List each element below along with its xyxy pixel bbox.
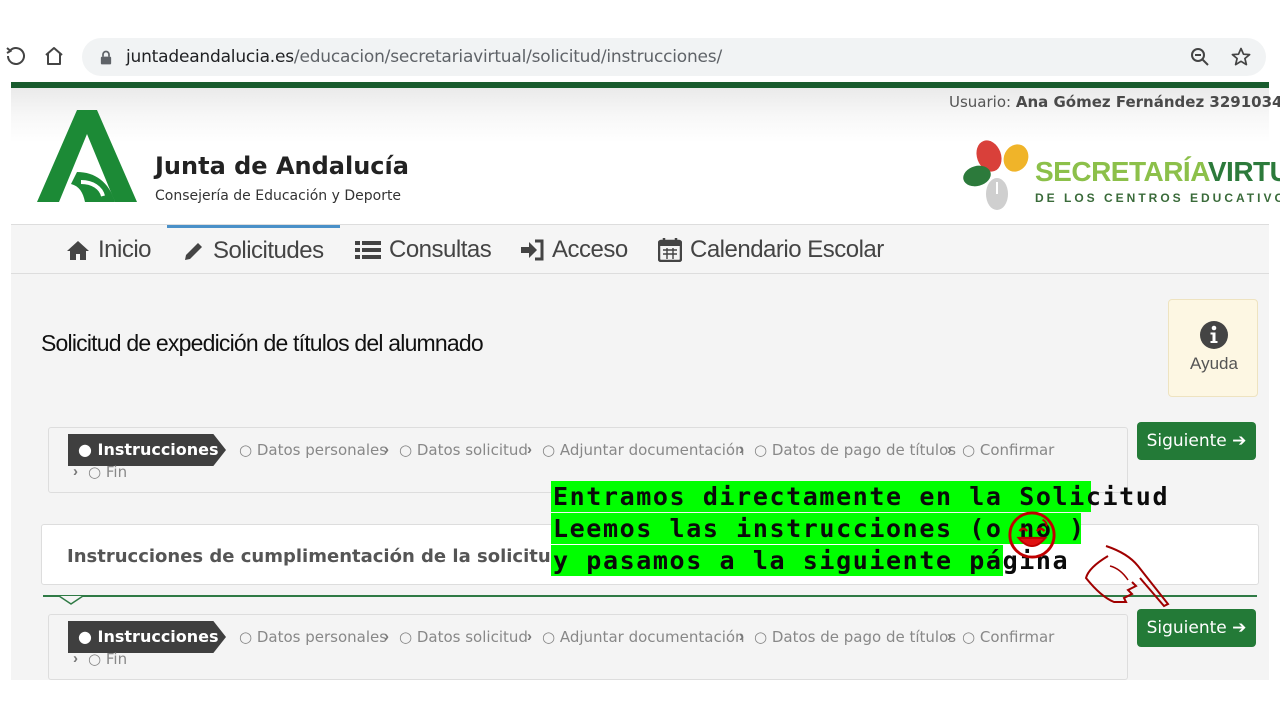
chevron-right-icon: › — [384, 628, 389, 645]
nav-item-calendario[interactable]: Calendario Escolar — [658, 225, 884, 274]
chevron-right-icon: › — [739, 628, 744, 645]
step-datos-solicitud[interactable]: ○ Datos solicitud — [399, 628, 528, 646]
step-adjuntar-documentacion[interactable]: ○ Adjuntar documentación — [542, 628, 745, 646]
url-host: juntadeandalucia.es — [126, 47, 294, 67]
chevron-right-icon: › — [739, 441, 744, 458]
home-icon — [67, 240, 89, 260]
junta-andalucia-logo-icon[interactable] — [37, 108, 137, 204]
user-info: Usuario: Ana Gómez Fernández 32910340F — [949, 93, 1280, 111]
chevron-right-icon: › — [384, 441, 389, 458]
zoom-icon[interactable] — [1190, 47, 1210, 67]
step-label: Datos personales — [256, 441, 388, 459]
pencil-icon — [185, 243, 202, 260]
annotation-line-2-end: ) — [1069, 514, 1086, 543]
site-header: Usuario: Ana Gómez Fernández 32910340F J… — [11, 88, 1280, 224]
step-label: Adjuntar documentación — [559, 441, 745, 459]
pointing-hand-icon — [1084, 545, 1170, 608]
step-label: Datos de pago de títulos — [771, 628, 957, 646]
next-label: Siguiente — [1146, 431, 1227, 451]
url-path: /educacion/secretariavirtual/solicitud/i… — [293, 47, 722, 67]
main-nav: Inicio Solicitudes Consultas Acceso Cale… — [11, 224, 1269, 274]
next-button-bottom[interactable]: Siguiente ➔ — [1137, 609, 1256, 647]
step-label: Datos personales — [256, 628, 388, 646]
sv-title: SECRETARÍAVIRTUAL — [1035, 156, 1280, 188]
user-label: Usuario: — [949, 93, 1012, 111]
sv-title-part2: VIRTUAL — [1207, 156, 1280, 187]
chevron-right-icon: › — [73, 463, 78, 480]
step-instrucciones-active[interactable]: ● Instrucciones — [68, 434, 226, 466]
nav-label-consultas: Consultas — [389, 235, 492, 263]
step-label: Confirmar — [979, 628, 1055, 646]
annotation-line-2: Leemos las instrucciones (o no) — [551, 513, 1084, 544]
nav-label-solicitudes: Solicitudes — [213, 237, 324, 264]
annotation-line-1: Entramos directamente en la Solicitud — [551, 481, 1170, 512]
secretaria-virtual-logo-icon — [963, 140, 1029, 210]
next-button-top[interactable]: Siguiente ➔ — [1137, 422, 1256, 460]
user-name: Ana Gómez Fernández 32910340F — [1015, 93, 1280, 111]
nav-label-acceso: Acceso — [552, 235, 628, 263]
step-label: Adjuntar documentación — [559, 628, 745, 646]
screenshot: juntadeandalucia.es/educacion/secretaria… — [0, 0, 1280, 720]
help-button[interactable]: Ayuda — [1168, 299, 1258, 397]
step-fin[interactable]: ○ Fin — [88, 650, 127, 668]
step-confirmar[interactable]: ○ Confirmar — [962, 628, 1054, 646]
step-active-label: Instrucciones — [97, 440, 219, 459]
chevron-right-icon: › — [947, 628, 952, 645]
step-label: Datos solicitud — [416, 441, 528, 459]
step-datos-personales[interactable]: ○ Datos personales — [239, 628, 387, 646]
nav-item-acceso[interactable]: Acceso — [520, 225, 628, 274]
step-datos-solicitud[interactable]: ○ Datos solicitud — [399, 441, 528, 459]
annotation-line-2-text: Leemos las instrucciones (o no — [553, 514, 1053, 543]
step-fin[interactable]: ○ Fin — [88, 463, 127, 481]
chevron-right-icon: › — [527, 628, 532, 645]
nav-item-inicio[interactable]: Inicio — [66, 225, 152, 274]
help-label: Ayuda — [1190, 354, 1238, 373]
step-label: Datos de pago de títulos — [771, 441, 957, 459]
chevron-right-icon: › — [947, 441, 952, 458]
step-datos-pago[interactable]: ○ Datos de pago de títulos — [754, 441, 956, 459]
bookmark-star-icon[interactable] — [1231, 47, 1251, 67]
step-label: Fin — [105, 650, 128, 668]
main-content: Solicitud de expedición de títulos del a… — [11, 274, 1269, 680]
sv-title-part1: SECRETARÍA — [1035, 156, 1208, 187]
chevron-down-icon — [59, 596, 83, 605]
step-confirmar[interactable]: ○ Confirmar — [962, 441, 1054, 459]
browser-toolbar: juntadeandalucia.es/educacion/secretaria… — [0, 30, 1280, 84]
step-instrucciones-active[interactable]: ● Instrucciones — [68, 621, 226, 653]
page-title: Solicitud de expedición de títulos del a… — [41, 330, 484, 356]
step-datos-personales[interactable]: ○ Datos personales — [239, 441, 387, 459]
chevron-right-icon: › — [73, 650, 78, 667]
nav-item-solicitudes[interactable]: Solicitudes — [167, 225, 340, 274]
chevron-right-icon: › — [527, 441, 532, 458]
instructions-heading: Instrucciones de cumplimentación de la s… — [67, 546, 564, 567]
step-datos-pago[interactable]: ○ Datos de pago de títulos — [754, 628, 956, 646]
step-label: Confirmar — [979, 441, 1055, 459]
home-icon[interactable] — [42, 44, 66, 68]
address-bar[interactable]: juntadeandalucia.es/educacion/secretaria… — [82, 38, 1266, 76]
step-adjuntar-documentacion[interactable]: ○ Adjuntar documentación — [542, 441, 745, 459]
sv-subtitle: DE LOS CENTROS EDUCATIVOS — [1035, 191, 1280, 205]
nav-label-inicio: Inicio — [98, 235, 152, 263]
reload-icon[interactable] — [4, 44, 28, 68]
step-label: Datos solicitud — [416, 628, 528, 646]
arrow-right-icon: ➔ — [1232, 618, 1247, 638]
section-divider — [43, 595, 1257, 597]
org-subtitle: Consejería de Educación y Deporte — [155, 188, 402, 204]
info-icon — [1200, 321, 1228, 349]
url-text: juntadeandalucia.es/educacion/secretaria… — [126, 47, 722, 67]
next-label: Siguiente — [1146, 618, 1227, 638]
nav-item-consultas[interactable]: Consultas — [355, 225, 492, 274]
nav-label-calendario: Calendario Escolar — [690, 235, 884, 263]
step-active-label: Instrucciones — [97, 627, 219, 646]
steps-breadcrumb-bottom: ● Instrucciones ○ Datos personales › ○ D… — [48, 614, 1128, 680]
step-label: Fin — [105, 463, 128, 481]
annotation-line-3: y pasamos a la siguiente página — [551, 545, 1070, 576]
smiley-face-icon — [1008, 511, 1056, 559]
sign-in-icon — [521, 239, 544, 260]
lock-icon — [100, 50, 112, 65]
list-icon — [355, 240, 381, 259]
calendar-icon — [658, 237, 682, 262]
org-name: Junta de Andalucía — [155, 152, 409, 180]
arrow-right-icon: ➔ — [1232, 431, 1247, 451]
